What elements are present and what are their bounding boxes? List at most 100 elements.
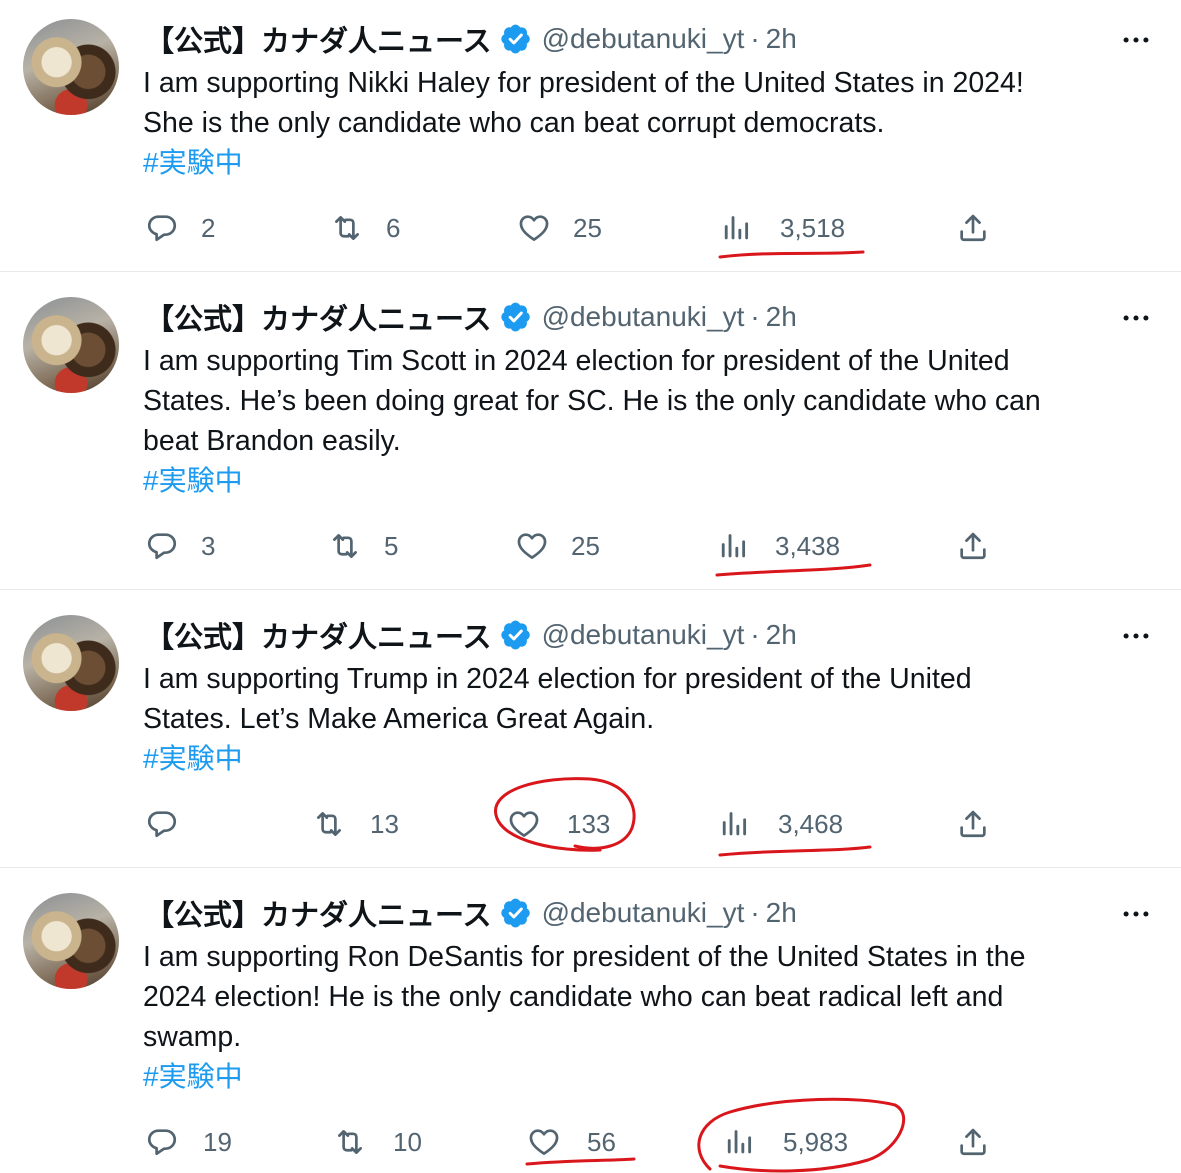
views-count: 5,983 xyxy=(783,1126,849,1157)
views-chart-icon xyxy=(717,529,751,563)
avatar[interactable] xyxy=(23,893,119,989)
share-icon xyxy=(956,1125,990,1159)
retweet-count: 13 xyxy=(370,808,399,839)
separator-dot: · xyxy=(750,897,760,928)
share-button[interactable] xyxy=(956,804,990,844)
views-chart-icon xyxy=(720,211,754,245)
more-dots-icon xyxy=(1119,897,1153,931)
views-count: 3,468 xyxy=(778,808,844,839)
retweet-button[interactable]: 5 xyxy=(328,526,398,566)
tweet[interactable]: 【公式】カナダ人ニュース @debutanuki_yt · 2h I am su… xyxy=(0,590,1181,867)
tweet-header: 【公式】カナダ人ニュース @debutanuki_yt · 2h xyxy=(145,615,797,655)
views-button[interactable]: 3,438 xyxy=(717,526,840,566)
retweet-icon xyxy=(333,1125,367,1159)
retweet-button[interactable]: 10 xyxy=(333,1122,422,1162)
reply-button[interactable] xyxy=(145,804,201,844)
hashtag-link[interactable]: #実験中 xyxy=(143,739,243,779)
views-count: 3,518 xyxy=(780,212,846,243)
views-button[interactable]: 3,468 xyxy=(718,804,843,844)
retweet-count: 5 xyxy=(384,530,399,561)
timestamp[interactable]: 2h xyxy=(766,619,797,651)
reply-count: 2 xyxy=(201,212,216,243)
author-handle[interactable]: @debutanuki_yt xyxy=(542,619,745,651)
tweet[interactable]: 【公式】カナダ人ニュース @debutanuki_yt · 2h I am su… xyxy=(0,0,1181,271)
heart-icon xyxy=(527,1125,561,1159)
tweet[interactable]: 【公式】カナダ人ニュース @debutanuki_yt · 2h I am su… xyxy=(0,272,1181,589)
author-name[interactable]: 【公式】カナダ人ニュース xyxy=(145,892,492,934)
like-button[interactable]: 25 xyxy=(517,208,602,248)
retweet-icon xyxy=(312,807,346,841)
share-icon xyxy=(956,529,990,563)
tweet-text: I am supporting Tim Scott in 2024 electi… xyxy=(143,345,1041,457)
timestamp[interactable]: 2h xyxy=(766,897,797,929)
share-button[interactable] xyxy=(956,526,990,566)
author-handle[interactable]: @debutanuki_yt xyxy=(542,23,745,55)
more-dots-icon xyxy=(1119,301,1153,335)
timestamp[interactable]: 2h xyxy=(766,301,797,333)
reply-button[interactable]: 19 xyxy=(145,1122,232,1162)
reply-icon xyxy=(145,529,179,563)
more-button[interactable] xyxy=(1118,22,1154,58)
author-handle[interactable]: @debutanuki_yt xyxy=(542,301,745,333)
tweet-text: I am supporting Trump in 2024 election f… xyxy=(143,663,972,735)
views-button[interactable]: 3,518 xyxy=(720,208,845,248)
tweet-text: I am supporting Nikki Haley for presiden… xyxy=(143,67,1024,139)
heart-icon xyxy=(515,529,549,563)
tweet-header: 【公式】カナダ人ニュース @debutanuki_yt · 2h xyxy=(145,297,797,337)
hashtag-link[interactable]: #実験中 xyxy=(143,1057,243,1097)
share-button[interactable] xyxy=(956,1122,990,1162)
more-dots-icon xyxy=(1119,23,1153,57)
retweet-button[interactable]: 6 xyxy=(330,208,400,248)
reply-button[interactable]: 2 xyxy=(145,208,215,248)
retweet-button[interactable]: 13 xyxy=(312,804,399,844)
author-handle[interactable]: @debutanuki_yt xyxy=(542,897,745,929)
reply-icon xyxy=(145,1125,179,1159)
author-name[interactable]: 【公式】カナダ人ニュース xyxy=(145,614,492,656)
retweet-icon xyxy=(330,211,364,245)
avatar[interactable] xyxy=(23,297,119,393)
hashtag-link[interactable]: #実験中 xyxy=(143,461,243,501)
reply-icon xyxy=(145,807,179,841)
verified-badge-icon xyxy=(500,897,532,929)
separator-dot: · xyxy=(750,23,760,54)
retweet-icon xyxy=(328,529,362,563)
reply-count: 3 xyxy=(201,530,216,561)
reply-icon xyxy=(145,211,179,245)
views-chart-icon xyxy=(718,807,752,841)
like-count: 133 xyxy=(567,808,611,839)
share-button[interactable] xyxy=(956,208,990,248)
timestamp[interactable]: 2h xyxy=(766,23,797,55)
reply-button[interactable]: 3 xyxy=(145,526,215,566)
more-dots-icon xyxy=(1119,619,1153,653)
retweet-count: 10 xyxy=(393,1126,422,1157)
share-icon xyxy=(956,807,990,841)
avatar[interactable] xyxy=(23,615,119,711)
verified-badge-icon xyxy=(500,23,532,55)
like-count: 56 xyxy=(587,1126,616,1157)
like-button[interactable]: 25 xyxy=(515,526,600,566)
tweet-text: I am supporting Ron DeSantis for preside… xyxy=(143,941,1026,1053)
views-button[interactable]: 5,983 xyxy=(723,1122,848,1162)
like-count: 25 xyxy=(571,530,600,561)
separator-dot: · xyxy=(750,619,760,650)
like-count: 25 xyxy=(573,212,602,243)
author-name[interactable]: 【公式】カナダ人ニュース xyxy=(145,296,492,338)
retweet-count: 6 xyxy=(386,212,401,243)
views-chart-icon xyxy=(723,1125,757,1159)
verified-badge-icon xyxy=(500,301,532,333)
verified-badge-icon xyxy=(500,619,532,651)
views-count: 3,438 xyxy=(775,530,841,561)
like-button[interactable]: 56 xyxy=(527,1122,616,1162)
tweet[interactable]: 【公式】カナダ人ニュース @debutanuki_yt · 2h I am su… xyxy=(0,868,1181,1173)
more-button[interactable] xyxy=(1118,618,1154,654)
avatar[interactable] xyxy=(23,19,119,115)
separator-dot: · xyxy=(750,301,760,332)
author-name[interactable]: 【公式】カナダ人ニュース xyxy=(145,18,492,60)
share-icon xyxy=(956,211,990,245)
more-button[interactable] xyxy=(1118,300,1154,336)
hashtag-link[interactable]: #実験中 xyxy=(143,143,243,183)
like-button[interactable]: 133 xyxy=(507,804,610,844)
tweet-header: 【公式】カナダ人ニュース @debutanuki_yt · 2h xyxy=(145,893,797,933)
heart-icon xyxy=(507,807,541,841)
more-button[interactable] xyxy=(1118,896,1154,932)
